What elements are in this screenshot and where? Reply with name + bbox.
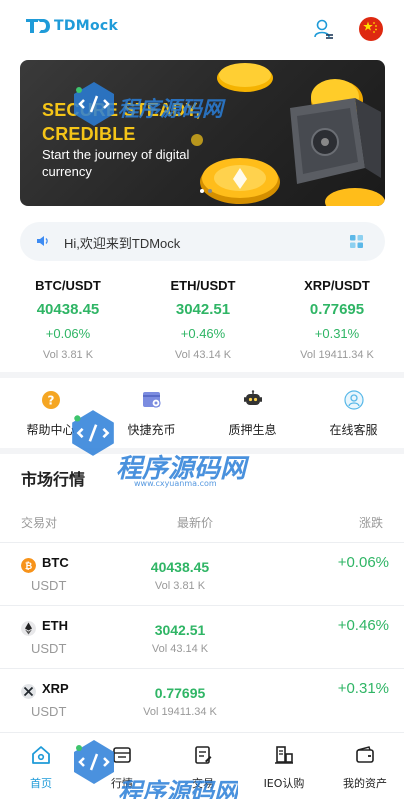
banner-safe-coins-illustration — [191, 63, 385, 206]
flag-star-icon — [363, 21, 377, 33]
market-col-pair: 交易对 — [21, 516, 58, 530]
market-volume: Vol 19411.34 K — [143, 706, 217, 718]
market-row-eth[interactable]: ETH USDT 3042.51 Vol 43.14 K +0.46% — [0, 605, 404, 668]
ticker-pair: ETH/USDT — [170, 278, 236, 293]
section-divider — [0, 372, 404, 378]
banner-headline: SECURE STEADY, CREDIBLE — [42, 98, 201, 146]
trade-icon — [195, 746, 212, 764]
quick-link-deposit[interactable]: 快捷充币 — [101, 386, 202, 438]
market-price: 40438.45 — [150, 559, 210, 575]
market-symbol: ETH — [42, 618, 68, 633]
tab-ieo[interactable]: IEO认购 — [244, 743, 324, 791]
ticker-change: +0.06% — [45, 326, 91, 341]
section-divider — [0, 448, 404, 454]
tab-market[interactable]: 行情 — [82, 743, 162, 791]
ticker-pair: BTC/USDT — [35, 278, 101, 293]
ticker-volume: Vol 3.81 K — [42, 349, 94, 361]
staking-robot-icon — [243, 390, 262, 405]
xrp-coin-icon — [21, 684, 36, 699]
market-icon — [113, 747, 131, 763]
logo[interactable]: TDMock — [24, 16, 118, 36]
notice-bar[interactable]: Hi,欢迎来到TDMock — [20, 222, 385, 261]
tab-assets[interactable]: 我的资产 — [325, 743, 404, 791]
tab-label: 首页 — [30, 777, 52, 790]
market-volume: Vol 43.14 K — [151, 643, 209, 655]
support-icon — [343, 390, 364, 410]
market-price: 3042.51 — [154, 622, 206, 638]
market-row-xrp[interactable]: XRP USDT 0.77695 Vol 19411.34 K +0.31% — [0, 668, 404, 731]
ticker-eth[interactable]: ETH/USDT 3042.51 +0.46% Vol 43.14 K — [136, 272, 270, 362]
market-volume: Vol 3.81 K — [154, 580, 206, 592]
market-price: 0.77695 — [154, 685, 206, 701]
tab-trade[interactable]: 交易 — [163, 743, 243, 791]
user-service-icon[interactable] — [312, 18, 334, 40]
market-col-change: 涨跌 — [359, 516, 384, 530]
banner-dot-2[interactable] — [208, 189, 212, 193]
quick-link-label: 质押生息 — [228, 423, 277, 437]
grid-icon[interactable] — [350, 235, 363, 248]
quick-link-label: 帮助中心 — [26, 423, 75, 437]
quick-link-support[interactable]: 在线客服 — [303, 386, 404, 438]
ticker-btc[interactable]: BTC/USDT 40438.45 +0.06% Vol 3.81 K — [1, 272, 135, 362]
market-change: +0.31% — [337, 680, 389, 697]
svg-text:?: ? — [47, 394, 54, 408]
market-change: +0.46% — [337, 617, 389, 634]
market-symbol: BTC — [42, 555, 69, 570]
ticker-strip: BTC/USDT 40438.45 +0.06% Vol 3.81 K ETH/… — [0, 272, 404, 364]
quick-link-help[interactable]: ? 帮助中心 — [0, 386, 101, 438]
tab-label: 行情 — [111, 777, 133, 790]
ticker-xrp[interactable]: XRP/USDT 0.77695 +0.31% Vol 19411.34 K — [270, 272, 404, 362]
watermark-text-label: 程序源码网 — [116, 454, 247, 484]
banner-headline-line1: SECURE STEADY, — [42, 100, 201, 120]
home-icon — [32, 746, 50, 764]
notice-text: Hi,欢迎来到TDMock — [64, 236, 181, 251]
ticker-pair: XRP/USDT — [304, 278, 370, 293]
market-quote: USDT — [31, 704, 67, 719]
market-quote: USDT — [31, 641, 67, 656]
quick-links: ? 帮助中心 快捷充币 质押生息 在线客服 — [0, 386, 404, 442]
quick-link-label: 在线客服 — [329, 423, 378, 437]
market-change: +0.06% — [337, 554, 389, 571]
watermark-url: www.cxyuanma.com — [134, 479, 217, 488]
logo-text: TDMock — [54, 18, 119, 34]
market-col-price: 最新价 — [177, 516, 214, 530]
ticker-change: +0.31% — [314, 326, 360, 341]
eth-coin-icon — [21, 621, 36, 636]
ticker-change: +0.46% — [180, 326, 226, 341]
ticker-price: 0.77695 — [309, 301, 365, 318]
watermark-url-label: www.cxyuanma.com — [134, 479, 217, 488]
quick-link-label: 快捷充币 — [127, 423, 176, 437]
market-row-btc[interactable]: ₿ BTC USDT 40438.45 Vol 3.81 K +0.06% — [0, 542, 404, 605]
promo-banner[interactable]: SECURE STEADY, CREDIBLE Start the journe… — [20, 60, 385, 206]
market-quote: USDT — [31, 578, 67, 593]
speaker-icon — [37, 236, 48, 246]
wallet-icon — [356, 746, 374, 763]
ieo-icon — [275, 746, 293, 764]
banner-pagination — [200, 189, 212, 193]
ticker-volume: Vol 43.14 K — [174, 349, 232, 361]
banner-subtitle: Start the journey of digital currency — [42, 147, 190, 179]
banner-headline-line2: CREDIBLE — [42, 124, 136, 144]
svg-text:₿: ₿ — [25, 561, 32, 572]
ticker-volume: Vol 19411.34 K — [300, 349, 374, 361]
help-icon: ? — [41, 391, 60, 409]
tab-label: IEO认购 — [263, 777, 305, 790]
tab-label: 我的资产 — [343, 777, 387, 790]
bottom-tab-bar: 首页 行情 交易 IEO认购 我的资产 — [0, 732, 404, 799]
btc-coin-icon: ₿ — [21, 558, 36, 573]
quick-link-staking[interactable]: 质押生息 — [202, 386, 303, 438]
ticker-price: 40438.45 — [36, 301, 100, 318]
market-section-title: 市场行情 — [21, 470, 86, 489]
app-header: TDMock — [0, 0, 404, 56]
deposit-icon — [142, 392, 161, 408]
tab-home[interactable]: 首页 — [1, 743, 81, 791]
tab-label: 交易 — [192, 777, 214, 790]
market-symbol: XRP — [42, 681, 69, 696]
banner-dot-1[interactable] — [200, 189, 204, 193]
china-flag-icon[interactable] — [359, 17, 383, 41]
ticker-price: 3042.51 — [175, 301, 231, 318]
tdmock-logo-icon — [26, 19, 50, 33]
